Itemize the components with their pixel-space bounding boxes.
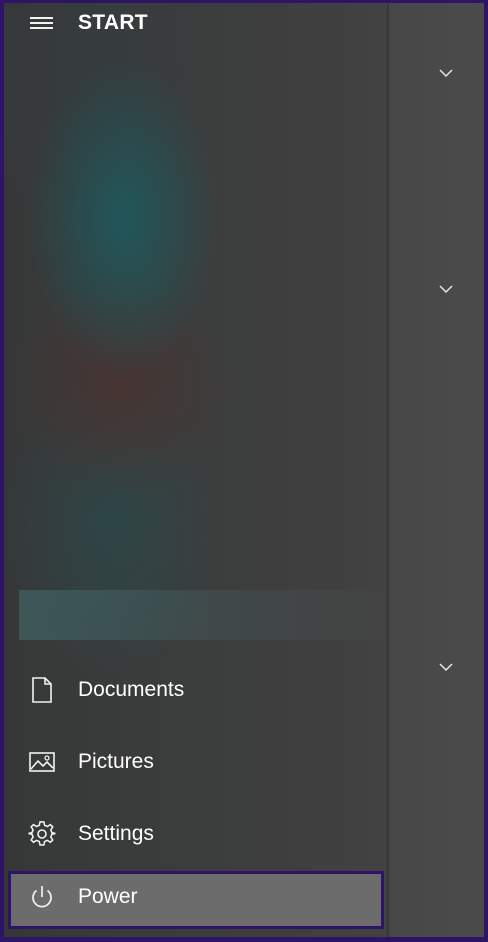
tile-area	[388, 3, 484, 937]
nav-item-documents[interactable]: Documents	[8, 664, 384, 718]
nav-item-label: Pictures	[78, 750, 154, 773]
gear-icon	[28, 820, 56, 848]
document-icon	[28, 676, 56, 704]
power-icon	[28, 883, 56, 911]
nav-item-power[interactable]: Power	[8, 871, 384, 929]
chevron-down-icon[interactable]	[436, 67, 456, 81]
nav-item-label: Settings	[78, 822, 154, 845]
app-list-highlight	[19, 590, 384, 640]
nav-item-label: Documents	[78, 678, 185, 701]
chevron-down-icon[interactable]	[436, 661, 456, 675]
nav-item-pictures[interactable]: Pictures	[8, 736, 384, 790]
chevron-down-icon[interactable]	[436, 283, 456, 297]
nav-item-label: Power	[78, 885, 138, 908]
picture-icon	[28, 748, 56, 776]
hamburger-menu-icon[interactable]	[30, 16, 54, 32]
start-menu-panel	[4, 3, 388, 937]
page-title: START	[78, 11, 148, 34]
panel-divider	[387, 3, 389, 937]
nav-item-settings[interactable]: Settings	[8, 808, 384, 862]
